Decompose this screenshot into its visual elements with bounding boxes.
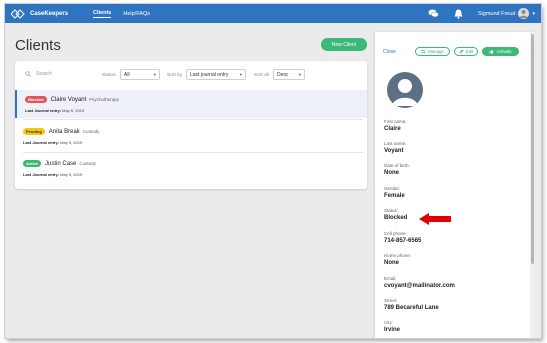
client-detail-panel: Close Manage Edit Activate First name: C… xyxy=(375,32,535,338)
activate-button[interactable]: Activate xyxy=(482,47,519,56)
dob-value: None xyxy=(384,170,399,176)
status-filter-label: Status xyxy=(102,73,116,78)
sortby-value: Last journal entry xyxy=(190,71,229,78)
nav-right: Sigmund Freud ▾ xyxy=(428,4,535,23)
client-row-anita-break[interactable]: Pending Anita Break Custody Last Journal… xyxy=(15,122,367,150)
status-filter-value: All xyxy=(124,71,130,78)
journal-label: Last Journal entry: xyxy=(23,172,60,177)
clients-card: Search Status All ▾ Sort by Last journal… xyxy=(15,61,367,189)
journal-entry: Last Journal entry: May 5, 2019 xyxy=(25,108,84,113)
brand[interactable]: CaseKeepers xyxy=(11,8,69,19)
nav-link-help[interactable]: Help/FAQs xyxy=(123,11,150,17)
client-row-header: Active Justin Case Custody xyxy=(23,160,96,167)
client-row-header: Blocked Claire Voyant Psychotherapy xyxy=(25,96,119,103)
user-name[interactable]: Sigmund Freud xyxy=(478,11,516,17)
sortdir-value: Desc xyxy=(277,71,289,78)
user-avatar[interactable] xyxy=(518,8,530,19)
pencil-icon xyxy=(459,49,464,54)
status-badge: Active xyxy=(23,160,42,167)
gender-label: Gender: xyxy=(384,186,401,191)
sortdir-label: Sort dir xyxy=(254,73,270,78)
city-label: City: xyxy=(384,320,393,325)
annotation-arrow-icon xyxy=(419,213,451,225)
top-nav: CaseKeepers Clients Help/FAQs Sigmund Fr… xyxy=(5,4,541,23)
last-name-label: Last name: xyxy=(384,141,407,146)
client-avatar xyxy=(387,72,423,108)
status-badge: Pending xyxy=(23,128,45,135)
journal-entry: Last Journal entry: May 5, 2019 xyxy=(23,140,82,145)
client-type: Psychotherapy xyxy=(89,97,120,102)
chat-icon[interactable] xyxy=(428,8,439,19)
client-row-justin-case[interactable]: Active Justin Case Custody Last Journal … xyxy=(15,154,367,182)
status-value: Blocked xyxy=(384,215,408,221)
status-label: Status: xyxy=(384,208,399,213)
person-icon xyxy=(392,79,418,106)
manage-button[interactable]: Manage xyxy=(415,47,450,56)
status-badge: Blocked xyxy=(25,96,47,103)
filter-bar: Search Status All ▾ Sort by Last journal… xyxy=(15,61,367,89)
client-name[interactable]: Justin Case xyxy=(45,161,76,167)
street-label: Street: xyxy=(384,298,398,303)
chevron-down-icon: ▾ xyxy=(153,72,156,77)
panel-scrollbar[interactable] xyxy=(530,32,535,338)
thumbs-up-icon xyxy=(489,49,494,54)
edit-button[interactable]: Edit xyxy=(454,47,478,56)
app-window: CaseKeepers Clients Help/FAQs Sigmund Fr… xyxy=(5,4,541,338)
close-link[interactable]: Close xyxy=(383,49,396,55)
home-phone-label: Home phone: xyxy=(384,253,412,258)
sortby-label: Sort by xyxy=(167,73,183,78)
street-value: 789 Becareful Lane xyxy=(384,305,439,311)
search-placeholder: Search xyxy=(36,71,52,77)
sortdir-select[interactable]: Desc ▾ xyxy=(273,69,305,80)
first-name-label: First name: xyxy=(384,119,407,124)
first-name-value: Claire xyxy=(384,126,401,132)
journal-date: May 5, 2019 xyxy=(60,140,83,145)
dob-label: Date of birth: xyxy=(384,163,410,168)
client-type: Custody xyxy=(82,129,100,134)
row-divider xyxy=(23,119,363,120)
brand-logo-icon xyxy=(11,8,25,19)
nav-link-clients[interactable]: Clients xyxy=(93,10,112,18)
journal-label: Last Journal entry: xyxy=(25,108,62,113)
new-client-button[interactable]: New Client xyxy=(321,38,367,51)
activate-label: Activate xyxy=(496,49,512,54)
journal-date: May 5, 2019 xyxy=(62,108,85,113)
user-menu-chevron-icon[interactable]: ▾ xyxy=(532,11,535,17)
manage-label: Manage xyxy=(428,49,444,54)
journal-entry: Last Journal entry: May 5, 2019 xyxy=(23,172,82,177)
client-name[interactable]: Claire Voyant xyxy=(51,97,87,103)
sliders-icon xyxy=(421,49,426,54)
bell-icon[interactable] xyxy=(453,8,464,19)
email-value: cvoyant@mailinator.com xyxy=(384,283,455,289)
search-input[interactable]: Search xyxy=(25,71,52,77)
search-icon xyxy=(25,71,31,77)
home-phone-value: None xyxy=(384,260,399,266)
sortby-select[interactable]: Last journal entry ▾ xyxy=(186,69,246,80)
status-filter-select[interactable]: All ▾ xyxy=(120,69,160,80)
last-name-value: Voyant xyxy=(384,148,404,154)
chevron-down-icon: ▾ xyxy=(239,72,242,77)
brand-name: CaseKeepers xyxy=(30,10,69,17)
gender-value: Female xyxy=(384,193,405,199)
row-divider xyxy=(23,152,363,153)
cell-phone-value: 714-857-6565 xyxy=(384,238,422,244)
email-label: Email: xyxy=(384,276,397,281)
cell-phone-label: Cell phone: xyxy=(384,231,407,236)
journal-date: May 5, 2019 xyxy=(60,172,83,177)
chevron-down-icon: ▾ xyxy=(298,72,301,77)
client-row-header: Pending Anita Break Custody xyxy=(23,128,99,135)
journal-label: Last Journal entry: xyxy=(23,140,60,145)
panel-scroll-thumb[interactable] xyxy=(531,34,534,264)
client-name[interactable]: Anita Break xyxy=(49,129,80,135)
edit-label: Edit xyxy=(465,49,474,54)
page-title: Clients xyxy=(15,37,61,54)
city-value: Irvine xyxy=(384,327,401,333)
client-row-claire-voyant[interactable]: Blocked Claire Voyant Psychotherapy Last… xyxy=(15,90,367,118)
client-type: Custody xyxy=(79,161,96,166)
